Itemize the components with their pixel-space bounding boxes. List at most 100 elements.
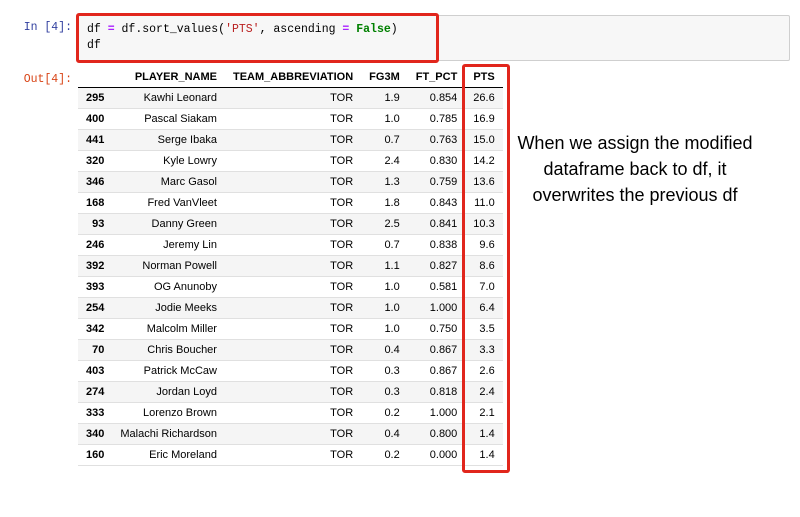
cell: 9.6 <box>465 235 502 256</box>
cell: 0.4 <box>361 340 408 361</box>
cell: Jordan Loyd <box>112 382 225 403</box>
table-row: 441Serge IbakaTOR0.70.76315.0 <box>78 130 503 151</box>
index-header <box>78 67 112 88</box>
dataframe-output: PLAYER_NAMETEAM_ABBREVIATIONFG3MFT_PCTPT… <box>78 67 503 466</box>
cell: 1.0 <box>361 109 408 130</box>
col-header-pts: PTS <box>465 67 502 88</box>
cell: TOR <box>225 172 361 193</box>
row-index: 340 <box>78 424 112 445</box>
row-index: 168 <box>78 193 112 214</box>
cell: TOR <box>225 88 361 109</box>
cell: 0.841 <box>408 214 466 235</box>
cell: 0.2 <box>361 445 408 466</box>
table-row: 295Kawhi LeonardTOR1.90.85426.6 <box>78 88 503 109</box>
input-cell: In [4]: df = df.sort_values('PTS', ascen… <box>10 15 790 61</box>
row-index: 320 <box>78 151 112 172</box>
row-index: 274 <box>78 382 112 403</box>
table-row: 93Danny GreenTOR2.50.84110.3 <box>78 214 503 235</box>
cell: TOR <box>225 151 361 172</box>
cell: 8.6 <box>465 256 502 277</box>
cell: 10.3 <box>465 214 502 235</box>
row-index: 441 <box>78 130 112 151</box>
cell: 0.854 <box>408 88 466 109</box>
table-row: 340Malachi RichardsonTOR0.40.8001.4 <box>78 424 503 445</box>
cell: Jeremy Lin <box>112 235 225 256</box>
row-index: 295 <box>78 88 112 109</box>
row-index: 392 <box>78 256 112 277</box>
cell: Malachi Richardson <box>112 424 225 445</box>
cell: Marc Gasol <box>112 172 225 193</box>
in-prompt: In [4]: <box>10 15 78 34</box>
table-row: 400Pascal SiakamTOR1.00.78516.9 <box>78 109 503 130</box>
row-index: 246 <box>78 235 112 256</box>
cell: 0.838 <box>408 235 466 256</box>
out-prompt: Out[4]: <box>10 67 78 86</box>
cell: 1.9 <box>361 88 408 109</box>
cell: Norman Powell <box>112 256 225 277</box>
cell: Lorenzo Brown <box>112 403 225 424</box>
cell: 1.8 <box>361 193 408 214</box>
cell: 11.0 <box>465 193 502 214</box>
cell: 2.4 <box>361 151 408 172</box>
table-row: 70Chris BoucherTOR0.40.8673.3 <box>78 340 503 361</box>
cell: TOR <box>225 109 361 130</box>
table-row: 403Patrick McCawTOR0.30.8672.6 <box>78 361 503 382</box>
cell: 3.5 <box>465 319 502 340</box>
cell: 0.759 <box>408 172 466 193</box>
cell: 2.5 <box>361 214 408 235</box>
cell: 1.0 <box>361 277 408 298</box>
cell: 1.1 <box>361 256 408 277</box>
code-highlight <box>76 13 439 63</box>
cell: 1.4 <box>465 424 502 445</box>
cell: 3.3 <box>465 340 502 361</box>
cell: TOR <box>225 319 361 340</box>
cell: OG Anunoby <box>112 277 225 298</box>
cell: 26.6 <box>465 88 502 109</box>
cell: TOR <box>225 235 361 256</box>
cell: 0.843 <box>408 193 466 214</box>
cell: 2.6 <box>465 361 502 382</box>
cell: 1.0 <box>361 319 408 340</box>
col-header-ft_pct: FT_PCT <box>408 67 466 88</box>
cell: TOR <box>225 403 361 424</box>
cell: Jodie Meeks <box>112 298 225 319</box>
output-cell: Out[4]: PLAYER_NAMETEAM_ABBREVIATIONFG3M… <box>10 67 790 466</box>
col-header-player_name: PLAYER_NAME <box>112 67 225 88</box>
cell: 0.3 <box>361 361 408 382</box>
cell: 0.000 <box>408 445 466 466</box>
cell: Pascal Siakam <box>112 109 225 130</box>
table-row: 254Jodie MeeksTOR1.01.0006.4 <box>78 298 503 319</box>
cell: TOR <box>225 130 361 151</box>
code-cell[interactable]: df = df.sort_values('PTS', ascending = F… <box>78 15 790 61</box>
cell: TOR <box>225 193 361 214</box>
row-index: 93 <box>78 214 112 235</box>
cell: 0.867 <box>408 340 466 361</box>
table-row: 392Norman PowellTOR1.10.8278.6 <box>78 256 503 277</box>
dataframe-table: PLAYER_NAMETEAM_ABBREVIATIONFG3MFT_PCTPT… <box>78 67 503 466</box>
col-header-fg3m: FG3M <box>361 67 408 88</box>
cell: 0.827 <box>408 256 466 277</box>
cell: 13.6 <box>465 172 502 193</box>
table-row: 346Marc GasolTOR1.30.75913.6 <box>78 172 503 193</box>
cell: 0.4 <box>361 424 408 445</box>
cell: 15.0 <box>465 130 502 151</box>
cell: Patrick McCaw <box>112 361 225 382</box>
cell: 0.7 <box>361 130 408 151</box>
cell: Serge Ibaka <box>112 130 225 151</box>
cell: Chris Boucher <box>112 340 225 361</box>
row-index: 70 <box>78 340 112 361</box>
cell: 1.3 <box>361 172 408 193</box>
cell: TOR <box>225 256 361 277</box>
cell: 1.000 <box>408 403 466 424</box>
row-index: 333 <box>78 403 112 424</box>
table-row: 168Fred VanVleetTOR1.80.84311.0 <box>78 193 503 214</box>
cell: 7.0 <box>465 277 502 298</box>
cell: 2.1 <box>465 403 502 424</box>
cell: 0.830 <box>408 151 466 172</box>
cell: 0.750 <box>408 319 466 340</box>
cell: TOR <box>225 382 361 403</box>
cell: Fred VanVleet <box>112 193 225 214</box>
cell: 0.2 <box>361 403 408 424</box>
cell: 0.785 <box>408 109 466 130</box>
table-row: 246Jeremy LinTOR0.70.8389.6 <box>78 235 503 256</box>
